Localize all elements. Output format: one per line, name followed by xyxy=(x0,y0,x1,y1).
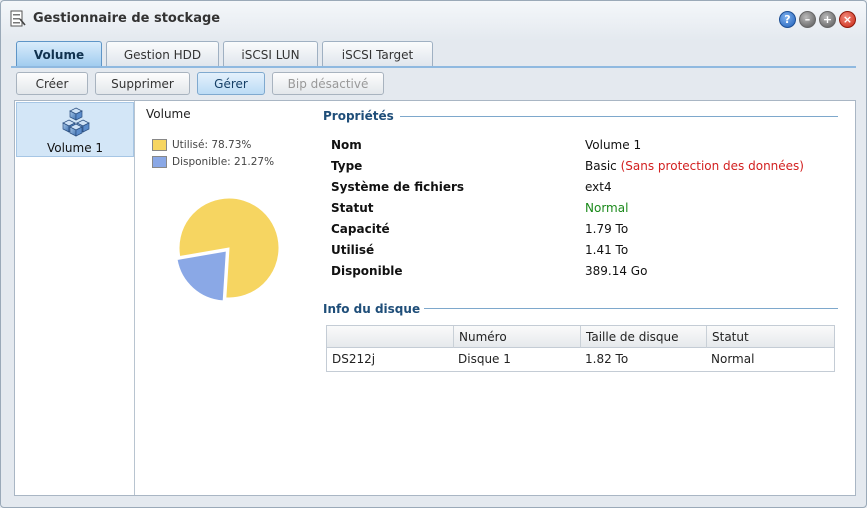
chart-legend: Utilisé: 78.73% Disponible: 21.27% xyxy=(152,136,274,170)
storage-manager-app-icon xyxy=(10,10,26,27)
beep-disabled-button[interactable]: Bip désactivé xyxy=(272,72,384,95)
prop-row-status: Statut Normal xyxy=(331,201,831,222)
title-bar: Gestionnaire de stockage ? – + × xyxy=(1,1,866,37)
volume-list: Volume 1 xyxy=(15,101,135,495)
tab-volume[interactable]: Volume xyxy=(16,41,102,67)
help-icon[interactable]: ? xyxy=(779,11,796,28)
delete-button[interactable]: Supprimer xyxy=(95,72,190,95)
cell-status: Normal xyxy=(711,352,755,366)
cell-size: 1.82 To xyxy=(585,352,629,366)
prop-row-filesystem: Système de fichiers ext4 xyxy=(331,180,831,201)
usage-pie-chart xyxy=(176,197,280,302)
prop-row-capacity: Capacité 1.79 To xyxy=(331,222,831,243)
table-row[interactable]: DS212j Disque 1 1.82 To Normal xyxy=(327,348,834,371)
cell-number: Disque 1 xyxy=(458,352,511,366)
create-button[interactable]: Créer xyxy=(16,72,88,95)
toolbar: Créer Supprimer Gérer Bip désactivé xyxy=(16,72,384,95)
prop-value: Volume 1 xyxy=(585,138,642,152)
prop-value: 1.79 To xyxy=(585,222,629,236)
volume-list-item-label: Volume 1 xyxy=(46,141,104,155)
main-content: Volume 1 Volume Utilisé: 78.73% Disponib… xyxy=(14,100,856,496)
cell-device: DS212j xyxy=(332,352,376,366)
column-header-number[interactable]: Numéro xyxy=(453,326,580,348)
prop-key: Type xyxy=(331,159,363,173)
window-controls: ? – + × xyxy=(779,11,856,28)
legend-available-swatch xyxy=(152,155,167,168)
tab-iscsi-target[interactable]: iSCSI Target xyxy=(322,41,433,67)
prop-row-name: Nom Volume 1 xyxy=(331,138,831,159)
volume-cubes-icon xyxy=(62,107,90,137)
prop-row-used: Utilisé 1.41 To xyxy=(331,243,831,264)
legend-available-label: Disponible: 21.27% xyxy=(172,155,275,168)
type-warning-note: (Sans protection des données) xyxy=(620,159,804,173)
prop-row-type: Type Basic (Sans protection des données) xyxy=(331,159,831,180)
tab-divider xyxy=(11,66,856,68)
prop-value: 389.14 Go xyxy=(585,264,648,278)
disk-info-table: Numéro Taille de disque Statut DS212j Di… xyxy=(326,325,835,372)
tab-iscsi-lun[interactable]: iSCSI LUN xyxy=(223,41,318,67)
prop-key: Nom xyxy=(331,138,362,152)
prop-key: Capacité xyxy=(331,222,390,236)
legend-available: Disponible: 21.27% xyxy=(152,153,274,170)
prop-value: Basic (Sans protection des données) xyxy=(585,159,804,173)
manage-button[interactable]: Gérer xyxy=(197,72,265,95)
status-value: Normal xyxy=(585,201,629,215)
disk-info-section-title: Info du disque xyxy=(323,302,421,316)
legend-used: Utilisé: 78.73% xyxy=(152,136,274,153)
pie-slice-available xyxy=(176,250,227,302)
legend-used-swatch xyxy=(152,138,167,151)
properties-section-line xyxy=(400,116,838,117)
column-header-disk-size[interactable]: Taille de disque xyxy=(580,326,706,348)
column-header-status[interactable]: Statut xyxy=(706,326,834,348)
disk-info-section-line xyxy=(424,308,838,309)
chart-title: Volume xyxy=(146,107,191,121)
prop-key: Disponible xyxy=(331,264,403,278)
window-title: Gestionnaire de stockage xyxy=(33,11,221,26)
tab-bar: Volume Gestion HDD iSCSI LUN iSCSI Targe… xyxy=(16,41,433,67)
volume-list-item[interactable]: Volume 1 xyxy=(16,102,134,157)
prop-row-available: Disponible 389.14 Go xyxy=(331,264,831,285)
tab-hdd-management[interactable]: Gestion HDD xyxy=(106,41,219,67)
prop-key: Système de fichiers xyxy=(331,180,465,194)
close-icon[interactable]: × xyxy=(839,11,856,28)
column-header-device[interactable] xyxy=(327,326,453,348)
prop-value: ext4 xyxy=(585,180,612,194)
storage-manager-window: Gestionnaire de stockage ? – + × Volume … xyxy=(0,0,867,508)
legend-used-label: Utilisé: 78.73% xyxy=(172,138,252,151)
type-value: Basic xyxy=(585,159,617,173)
minimize-icon[interactable]: – xyxy=(799,11,816,28)
table-header: Numéro Taille de disque Statut xyxy=(327,326,834,348)
prop-key: Utilisé xyxy=(331,243,375,257)
maximize-icon[interactable]: + xyxy=(819,11,836,28)
prop-value: 1.41 To xyxy=(585,243,629,257)
prop-key: Statut xyxy=(331,201,374,215)
properties-section-title: Propriétés xyxy=(323,109,394,123)
